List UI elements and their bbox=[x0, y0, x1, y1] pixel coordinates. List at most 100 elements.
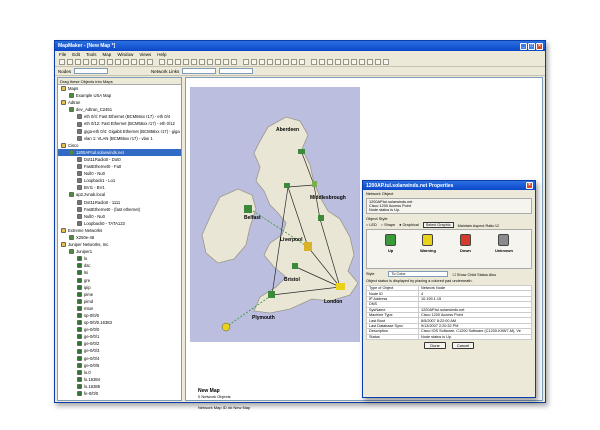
toolbar-tool-icon[interactable] bbox=[67, 59, 73, 65]
toolbar-tool-icon[interactable] bbox=[299, 59, 305, 65]
links-select[interactable] bbox=[182, 68, 217, 74]
toolbar-tool-icon[interactable] bbox=[139, 59, 145, 65]
tree-item[interactable]: Juniper Networks, Inc. bbox=[58, 241, 181, 248]
tree-item[interactable]: lo.16384 bbox=[58, 376, 181, 383]
map-select[interactable] bbox=[219, 68, 254, 74]
toolbar-tool-icon[interactable] bbox=[75, 59, 81, 65]
radio-shape[interactable]: ○ Shape bbox=[381, 223, 395, 227]
tree-item[interactable]: lo.0 bbox=[58, 369, 181, 376]
tree-item[interactable]: Extreme Networks bbox=[58, 227, 181, 234]
done-button[interactable]: Done bbox=[424, 341, 446, 349]
toolbar-tool-icon[interactable] bbox=[115, 59, 121, 65]
toolbar-tool-icon[interactable] bbox=[243, 59, 249, 65]
minimize-button[interactable]: _ bbox=[520, 42, 527, 50]
menu-tools[interactable]: Tools bbox=[86, 52, 97, 57]
menu-views[interactable]: Views bbox=[139, 52, 151, 57]
toolbar-tool-icon[interactable] bbox=[375, 59, 381, 65]
tree-item[interactable]: ap2.zvnab.local bbox=[58, 191, 181, 198]
tree-item[interactable]: ge-0/0/2 bbox=[58, 340, 181, 347]
toolbar-tool-icon[interactable] bbox=[91, 59, 97, 65]
maintain-aspect-checkbox[interactable]: Maintain Aspect Ratio ☑ bbox=[458, 223, 499, 228]
toolbar-tool-icon[interactable] bbox=[267, 59, 273, 65]
toolbar-tool-icon[interactable] bbox=[199, 59, 205, 65]
tree-item[interactable]: Dot11Radio0 - 1111 bbox=[58, 199, 181, 206]
toolbar-tool-icon[interactable] bbox=[191, 59, 197, 65]
tree-item[interactable]: BVI1 - BV1 bbox=[58, 184, 181, 191]
tree-item[interactable]: ge-0/0/4 bbox=[58, 355, 181, 362]
tree-item[interactable]: vlan 1: VLAN (BCM56xx r17) - vlan 1 bbox=[58, 135, 181, 142]
toolbar-tool-icon[interactable] bbox=[207, 59, 213, 65]
radio-graphical[interactable]: ● Graphical bbox=[399, 223, 419, 227]
toolbar-tool-icon[interactable] bbox=[99, 59, 105, 65]
tree-item[interactable]: sp-0/0/0 bbox=[58, 312, 181, 319]
cancel-button[interactable]: Cancel bbox=[452, 341, 474, 349]
tree-item[interactable]: ipip bbox=[58, 284, 181, 291]
tree-item[interactable]: ge-0/0/3 bbox=[58, 347, 181, 354]
toolbar-tool-icon[interactable] bbox=[59, 59, 65, 65]
menu-map[interactable]: Map bbox=[103, 52, 112, 57]
toolbar-tool-icon[interactable] bbox=[283, 59, 289, 65]
tree-item[interactable]: ge-0/0/0 bbox=[58, 326, 181, 333]
tree-item[interactable]: FastEthernet0 - (fast ethernet) bbox=[58, 206, 181, 213]
tree-item[interactable]: sp-0/0/0.16383 bbox=[58, 319, 181, 326]
tree-item[interactable]: Null0 - Nu0 bbox=[58, 170, 181, 177]
tree-item[interactable]: Loopback0 - TATA123 bbox=[58, 220, 181, 227]
tree-item[interactable]: gre bbox=[58, 277, 181, 284]
tree-item[interactable]: Null0 - Nu0 bbox=[58, 213, 181, 220]
tree-item[interactable]: Loopback1 - Lo1 bbox=[58, 177, 181, 184]
toolbar-tool-icon[interactable] bbox=[231, 59, 237, 65]
toolbar-tool-icon[interactable] bbox=[327, 59, 333, 65]
tree-item[interactable]: eth 0/4: Fast Ethernet (BCM56xx r17) - e… bbox=[58, 113, 181, 120]
close-button[interactable]: × bbox=[536, 42, 543, 50]
toolbar-tool-icon[interactable] bbox=[343, 59, 349, 65]
tree-item[interactable]: lsi bbox=[58, 269, 181, 276]
toolbar-tool-icon[interactable] bbox=[275, 59, 281, 65]
tree-item[interactable]: mtun bbox=[58, 305, 181, 312]
toolbar-tool-icon[interactable] bbox=[167, 59, 173, 65]
toolbar-tool-icon[interactable] bbox=[351, 59, 357, 65]
tree-item[interactable]: dev_Adtran_C2451 bbox=[58, 106, 181, 113]
style-select[interactable]: To Color bbox=[388, 271, 449, 277]
toolbar-tool-icon[interactable] bbox=[215, 59, 221, 65]
tree-item[interactable]: Dot11Radio0 - Dot0 bbox=[58, 156, 181, 163]
tree-item[interactable]: giga-eth 0/4: Gigabit Ethernet (BCM56xx … bbox=[58, 128, 181, 135]
toolbar-tool-icon[interactable] bbox=[259, 59, 265, 65]
menu-help[interactable]: Help bbox=[157, 52, 166, 57]
tree-item[interactable]: eth 0/12: Fast Ethernet (BCM56xx r17) - … bbox=[58, 120, 181, 127]
tree-item[interactable]: dsc bbox=[58, 262, 181, 269]
tree-item[interactable]: pimd bbox=[58, 298, 181, 305]
tree-item[interactable]: X250e-48 bbox=[58, 234, 181, 241]
tree-item[interactable]: ge-0/0/5 bbox=[58, 362, 181, 369]
toolbar-tool-icon[interactable] bbox=[175, 59, 181, 65]
map-canvas[interactable]: Aberdeen Middlesbrough Belfast Liverpool Bri… bbox=[190, 87, 360, 342]
toolbar-tool-icon[interactable] bbox=[335, 59, 341, 65]
toolbar-tool-icon[interactable] bbox=[383, 59, 389, 65]
radio-led[interactable]: ○ LED bbox=[366, 223, 377, 227]
toolbar-tool-icon[interactable] bbox=[359, 59, 365, 65]
toolbar-tool-icon[interactable] bbox=[123, 59, 129, 65]
toolbar-tool-icon[interactable] bbox=[83, 59, 89, 65]
tree-item[interactable]: Maps bbox=[58, 85, 181, 92]
tree-item[interactable]: fe-0/0/0 bbox=[58, 390, 181, 397]
toolbar-tool-icon[interactable] bbox=[319, 59, 325, 65]
tree-item[interactable]: lo.16385 bbox=[58, 383, 181, 390]
menu-window[interactable]: Window bbox=[117, 52, 133, 57]
tree-item[interactable]: Cisco bbox=[58, 142, 181, 149]
menu-file[interactable]: File bbox=[59, 52, 66, 57]
menu-edit[interactable]: Edit bbox=[72, 52, 80, 57]
tree-item[interactable]: Adtran bbox=[58, 99, 181, 106]
tree-item[interactable]: Example USA Map bbox=[58, 92, 181, 99]
toolbar-tool-icon[interactable] bbox=[159, 59, 165, 65]
tree-item[interactable]: lo bbox=[58, 255, 181, 262]
toolbar-tool-icon[interactable] bbox=[147, 59, 153, 65]
toolbar-tool-icon[interactable] bbox=[367, 59, 373, 65]
show-child-checkbox[interactable]: ☐ Show Child Status Also bbox=[452, 272, 496, 277]
select-graphic-button[interactable]: Select Graphic bbox=[422, 222, 454, 228]
tree-item[interactable]: Juniper1 bbox=[58, 248, 181, 255]
nodes-select[interactable] bbox=[74, 68, 109, 74]
toolbar-tool-icon[interactable] bbox=[251, 59, 257, 65]
tree-item[interactable]: pime bbox=[58, 291, 181, 298]
toolbar-tool-icon[interactable] bbox=[183, 59, 189, 65]
tree-item[interactable]: FastEthernet0 - Fa0 bbox=[58, 163, 181, 170]
toolbar-tool-icon[interactable] bbox=[107, 59, 113, 65]
